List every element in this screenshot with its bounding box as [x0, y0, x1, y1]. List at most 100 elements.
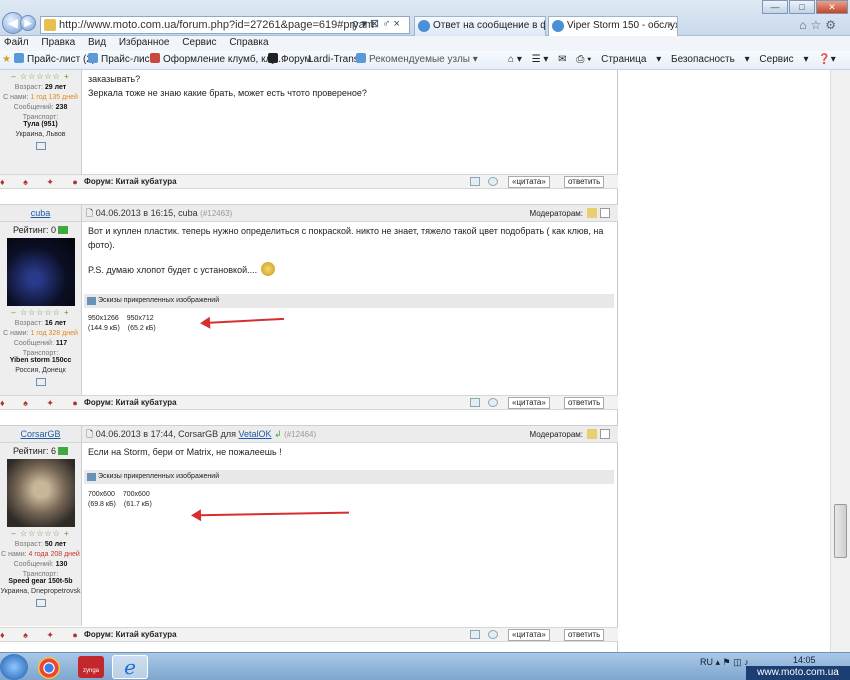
forum-label: Форум: — [84, 630, 114, 639]
reply-button[interactable]: ответить — [564, 397, 605, 409]
minimize-button[interactable]: — — [762, 0, 788, 14]
toolbar-icons[interactable]: ⌂☆⚙ — [799, 18, 840, 32]
forward-button[interactable]: ▶ — [20, 15, 36, 31]
since-value: 1 год 135 дней — [30, 94, 78, 101]
forum-link[interactable]: Форум: Китай кубатура — [84, 628, 177, 642]
edit-icon[interactable] — [470, 630, 480, 639]
post-footer: ♦ ♠ ✦ ● Форум: Китай кубатура «цитата» о… — [0, 174, 618, 189]
help-icon[interactable]: ❓▾ — [818, 54, 835, 65]
close-tab-icon[interactable]: × — [667, 17, 673, 35]
mail-icon[interactable]: ✉ — [558, 54, 566, 65]
scrollbar-thumb[interactable] — [834, 504, 847, 558]
menu-view[interactable]: Вид — [88, 37, 106, 48]
fav-price-list[interactable]: Прайс-лист — [88, 51, 154, 69]
checkbox[interactable] — [600, 429, 610, 439]
rating-stars[interactable]: – ☆☆☆☆☆ + — [0, 529, 81, 538]
attachments-header: Эскизы прикрепленных изображений — [84, 470, 614, 484]
age-value: 29 лет — [44, 84, 67, 91]
username-link[interactable]: CorsarGB — [0, 426, 81, 443]
fav-lardi[interactable]: Lardi-Trans — [308, 51, 359, 69]
start-button[interactable] — [0, 654, 28, 680]
tab-viper[interactable]: Viper Storm 150 - обслужи... × — [548, 16, 678, 36]
feeds-icon[interactable]: ☰ ▾ — [532, 54, 549, 65]
mail-icon[interactable] — [35, 142, 46, 150]
post-action-icons[interactable]: ♦ ♠ ✦ ● — [0, 175, 86, 189]
msgs-label: Сообщений: — [13, 561, 54, 568]
edit-icon[interactable] — [470, 177, 480, 186]
thumb-link[interactable]: 700x600 — [123, 491, 150, 498]
tab-reply-label: Ответ на сообщение в фору... — [433, 20, 545, 31]
menu-tools[interactable]: Сервис — [182, 37, 216, 48]
quote-button[interactable]: «цитата» — [508, 629, 550, 641]
maximize-button[interactable]: □ — [789, 0, 815, 14]
username-link[interactable]: cuba — [0, 205, 81, 222]
location: Украина, Львов — [15, 131, 66, 138]
up-icon[interactable] — [488, 630, 498, 639]
close-window-button[interactable]: ✕ — [816, 0, 848, 14]
age-label: Возраст: — [14, 320, 43, 327]
mail-icon[interactable] — [35, 599, 46, 607]
up-icon[interactable] — [488, 398, 498, 407]
post-action-icons[interactable]: ♦ ♠ ✦ ● — [0, 628, 86, 642]
cmd-page[interactable]: Страница ▾ — [601, 54, 661, 65]
favorites-star-icon[interactable]: ★ — [2, 51, 11, 69]
clock[interactable]: 14:05 — [793, 655, 816, 665]
thumb-size: (65.2 кБ) — [127, 325, 156, 332]
fav-price-list-2[interactable]: Прайс-лист (2) — [14, 51, 95, 69]
language-indicator[interactable]: RU — [700, 657, 713, 667]
fav-label: Форум — [281, 54, 312, 65]
fav-flowerbeds[interactable]: Оформление клумб, клу... — [150, 51, 284, 69]
recipient-link[interactable]: VetalOK — [239, 429, 272, 439]
post-number[interactable]: (#12463) — [200, 209, 232, 218]
tab-reply[interactable]: Ответ на сообщение в фору... — [414, 16, 546, 36]
cmd-safety[interactable]: Безопасность ▾ — [671, 54, 750, 65]
reply-button[interactable]: ответить — [564, 176, 605, 188]
rating-stars[interactable]: – ☆☆☆☆☆ + — [0, 308, 81, 317]
checkbox[interactable] — [600, 208, 610, 218]
menu-help[interactable]: Справка — [229, 37, 268, 48]
forum-name: Китай кубатура — [115, 630, 177, 639]
forum-column: – ☆☆☆☆☆ + Возраст: 29 лет С нами: 1 год … — [0, 70, 618, 652]
pencil-icon[interactable] — [587, 208, 597, 218]
vertical-scrollbar[interactable] — [830, 70, 850, 652]
post-icon: 🗋 — [86, 208, 94, 218]
post-number[interactable]: (#12464) — [284, 430, 316, 439]
home-icon[interactable]: ⌂ ▾ — [508, 54, 522, 65]
mail-icon[interactable] — [35, 378, 46, 386]
ie-page-icon — [14, 53, 24, 63]
menu-file[interactable]: Файл — [4, 37, 29, 48]
age-label: Возраст: — [14, 541, 43, 548]
address-controls[interactable]: ρ ▾ ⊠ ♂ × — [352, 16, 400, 32]
pencil-icon[interactable] — [587, 429, 597, 439]
system-tray[interactable]: RU ▴ ⚑ ◫ ♪ — [700, 657, 749, 668]
menu-edit[interactable]: Правка — [41, 37, 75, 48]
menu-favorites[interactable]: Избранное — [119, 37, 170, 48]
forum-icon — [268, 53, 278, 63]
chrome-icon[interactable] — [38, 657, 60, 679]
quote-button[interactable]: «цитата» — [508, 176, 550, 188]
thumb-link[interactable]: 950x712 — [127, 315, 154, 322]
forum-link[interactable]: Форум: Китай кубатура — [84, 175, 177, 189]
plus-icon[interactable] — [58, 226, 69, 234]
reply-button[interactable]: ответить — [564, 629, 605, 641]
plus-icon[interactable] — [58, 447, 69, 455]
fav-recommended[interactable]: Рекомендуемые узлы ▾ — [356, 51, 478, 69]
rating: Рейтинг: 0 — [0, 225, 81, 235]
ie-icon[interactable]: e — [112, 655, 148, 679]
transport-value: Yiben storm 150cc — [9, 357, 72, 364]
thumb-size: (69.8 кБ) — [88, 501, 116, 508]
zynga-icon[interactable]: zynga — [78, 656, 104, 678]
cmd-tools[interactable]: Сервис ▾ — [759, 54, 808, 65]
post-body: Вот и куплен пластик. теперь нужно опред… — [88, 224, 610, 277]
quote-button[interactable]: «цитата» — [508, 397, 550, 409]
edit-icon[interactable] — [470, 398, 480, 407]
up-icon[interactable] — [488, 177, 498, 186]
fav-forum[interactable]: Форум — [268, 51, 311, 69]
post-cuba: cuba Рейтинг: 0 – ☆☆☆☆☆ + Возраст: 16 ле… — [0, 204, 618, 410]
post-action-icons[interactable]: ♦ ♠ ✦ ● — [0, 396, 86, 410]
print-icon[interactable]: ⎙ ▾ — [576, 54, 591, 65]
thumb-link[interactable]: 950x1266 — [88, 315, 119, 322]
forum-link[interactable]: Форум: Китай кубатура — [84, 396, 177, 410]
transport-label: Транспорт: — [22, 350, 59, 357]
thumb-link[interactable]: 700x600 — [88, 491, 115, 498]
